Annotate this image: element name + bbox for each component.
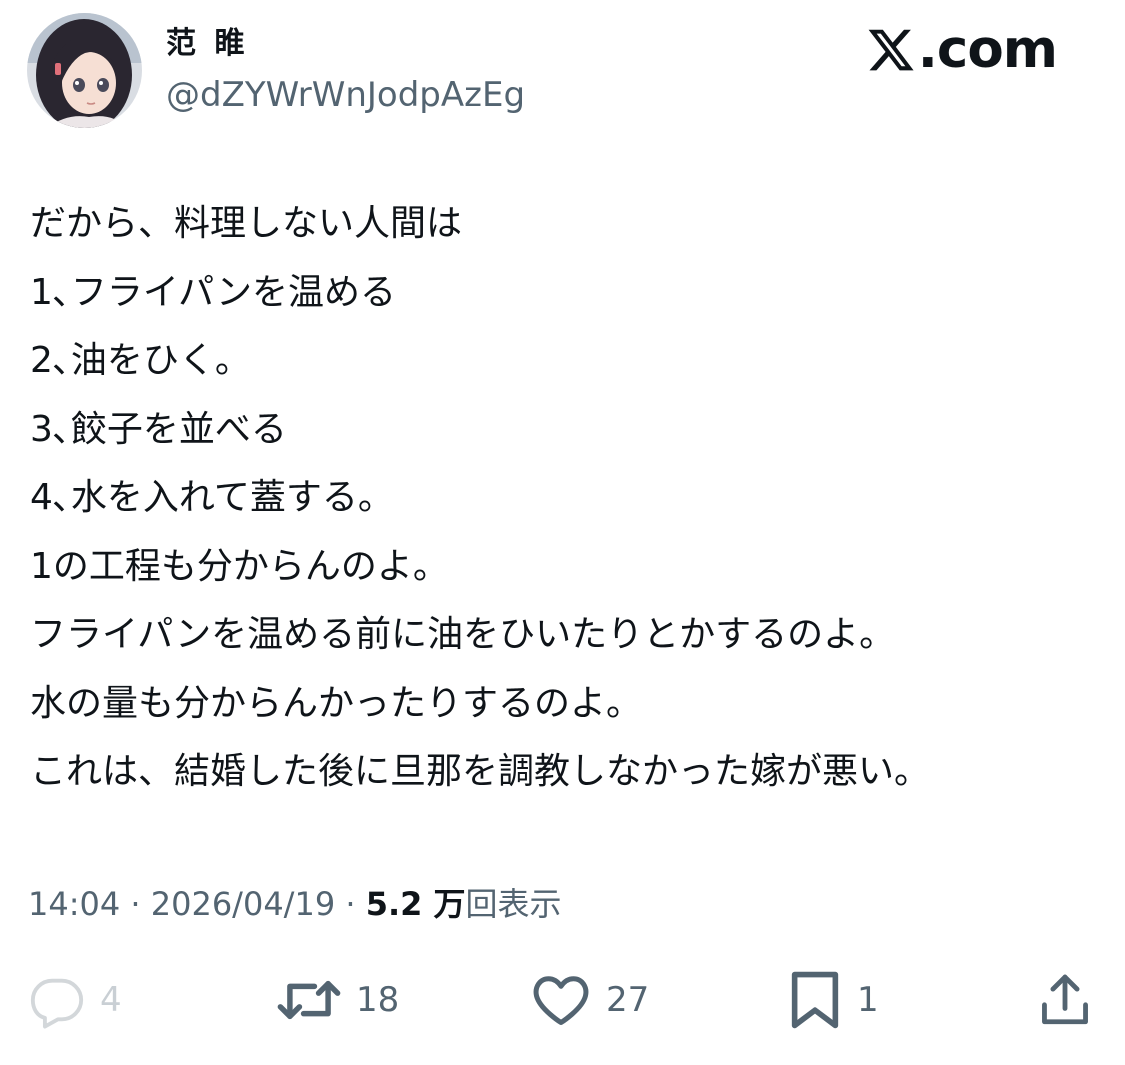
reply-icon	[30, 978, 84, 1029]
views-count[interactable]: 5.2 万	[366, 885, 466, 923]
reply-button[interactable]: 4	[28, 960, 122, 1040]
tweet-line: 水の量も分からんかったりするのよ。	[30, 682, 643, 724]
share-icon	[1042, 974, 1088, 1025]
like-button[interactable]: 27	[530, 960, 649, 1040]
bookmark-icon	[791, 971, 839, 1029]
meta-separator: ·	[335, 885, 366, 923]
display-name[interactable]: 范 睢	[166, 22, 248, 66]
tweet-line: 1の工程も分からんのよ。	[30, 545, 449, 587]
share-button[interactable]	[1036, 960, 1094, 1040]
repost-icon	[277, 980, 341, 1020]
avatar[interactable]	[27, 13, 142, 128]
tweet-line: 1､フライパンを温める	[30, 271, 396, 313]
user-handle[interactable]: @dZYWrWnJodpAzEg	[166, 72, 525, 118]
brand-text: .com	[917, 19, 1058, 80]
tweet-line: これは、結婚した後に旦那を調教しなかった嫁が悪い。	[30, 751, 931, 792]
tweet-line: 3､餃子を並べる	[30, 408, 287, 450]
tweet-line: 2､油をひく。	[30, 340, 251, 381]
bookmark-count: 1	[857, 980, 879, 1020]
tweet-line: だから、料理しない人間は	[30, 203, 463, 244]
tweet-text: だから、料理しない人間は 1､フライパンを温める 2､油をひく。 3､餃子を並べ…	[30, 190, 1100, 807]
tweet-meta: 14:04 · 2026/04/19 · 5.2 万回表示	[28, 878, 562, 930]
like-count: 27	[606, 980, 650, 1020]
tweet-date[interactable]: 2026/04/19	[151, 885, 335, 923]
tweet-line: 4､水を入れて蓋する。	[30, 477, 394, 518]
tweet-time[interactable]: 14:04	[28, 885, 120, 923]
bookmark-button[interactable]: 1	[787, 960, 879, 1040]
reply-count: 4	[100, 980, 122, 1020]
repost-count: 18	[356, 980, 400, 1020]
action-bar: 4 18 27 1	[0, 960, 1125, 1050]
views-label: 回表示	[465, 885, 562, 923]
tweet-line: フライパンを温める前に油をひいたりとかするのよ。	[30, 614, 896, 655]
x-logo-icon	[868, 29, 914, 71]
meta-separator: ·	[120, 885, 151, 923]
heart-icon	[533, 976, 589, 1025]
avatar-image	[27, 13, 142, 128]
repost-button[interactable]: 18	[276, 960, 399, 1040]
brand-logo: .com	[866, 18, 1058, 82]
